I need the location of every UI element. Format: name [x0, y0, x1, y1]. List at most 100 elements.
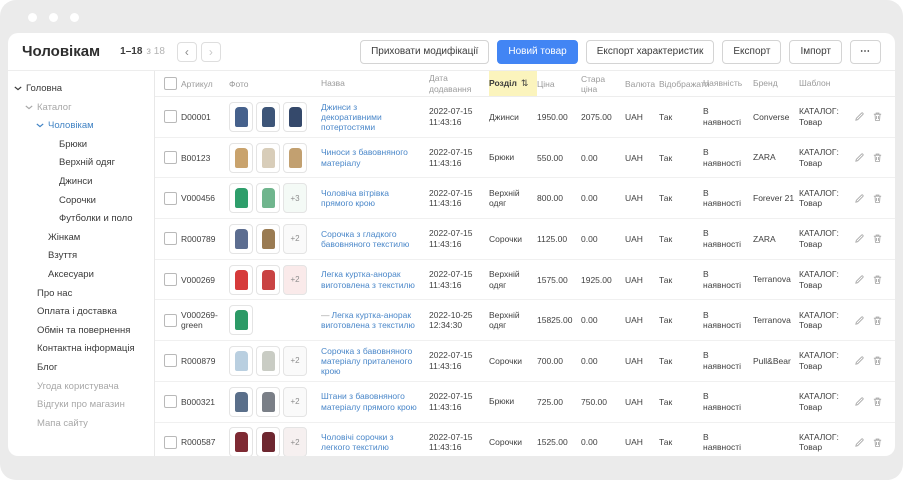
sidebar-item-12[interactable]: Оплата і доставка — [8, 303, 154, 322]
product-name-link[interactable]: Сорочка з бавовняного матеріалу притален… — [321, 346, 412, 376]
window-control-dot[interactable] — [28, 13, 37, 22]
edit-icon[interactable] — [854, 111, 865, 122]
prev-page-button[interactable]: ‹ — [177, 42, 197, 62]
edit-icon[interactable] — [854, 355, 865, 366]
delete-icon[interactable] — [872, 315, 883, 326]
column-header-availability[interactable]: Наявність — [703, 78, 753, 89]
column-header-photo[interactable]: Фото — [229, 79, 321, 89]
sidebar-item-label: Угода користувача — [37, 381, 119, 392]
column-header-currency[interactable]: Валюта — [625, 79, 659, 89]
column-header-brand[interactable]: Бренд — [753, 78, 799, 89]
new-product-button[interactable]: Новий товар — [497, 40, 577, 64]
sidebar-item-15[interactable]: Блог — [8, 359, 154, 378]
export-characteristics-button[interactable]: Експорт характеристик — [586, 40, 715, 64]
cell-template: КАТАЛОГ: Товар — [799, 269, 853, 290]
cell-name: Легка куртка-анорак виготовлена з тексти… — [321, 269, 429, 289]
sidebar-item-label: Контактна інформація — [37, 343, 135, 354]
delete-icon[interactable] — [872, 437, 883, 448]
sidebar-item-14[interactable]: Контактна інформація — [8, 340, 154, 359]
column-header-price[interactable]: Ціна — [537, 79, 581, 89]
edit-icon[interactable] — [854, 274, 865, 285]
product-name-link[interactable]: Сорочка з гладкого бавовняного текстилю — [321, 229, 409, 249]
row-checkbox[interactable] — [164, 232, 177, 245]
cell-display: Так — [659, 397, 703, 407]
cell-section: Брюки — [489, 396, 537, 407]
column-header-display[interactable]: Відображати — [659, 79, 703, 89]
table-header-row: АртикулФотоНазваДата додаванняРозділ⇅Цін… — [155, 71, 895, 97]
product-name-link[interactable]: Штани з бавовняного матеріалу прямого кр… — [321, 391, 417, 411]
row-checkbox[interactable] — [164, 151, 177, 164]
table-row: R000879+2Сорочка з бавовняного матеріалу… — [155, 341, 895, 382]
sidebar-item-8[interactable]: Жінкам — [8, 229, 154, 248]
column-header-date[interactable]: Дата додавання — [429, 73, 489, 94]
edit-icon[interactable] — [854, 437, 865, 448]
edit-icon[interactable] — [854, 233, 865, 244]
edit-icon[interactable] — [854, 315, 865, 326]
sidebar-item-10[interactable]: Аксесуари — [8, 266, 154, 285]
product-photo-thumbnail — [229, 387, 253, 417]
next-page-button[interactable]: › — [201, 42, 221, 62]
window-control-dot[interactable] — [49, 13, 58, 22]
sidebar-item-5[interactable]: Джинси — [8, 173, 154, 192]
sidebar-item-0[interactable]: Головна — [8, 80, 154, 99]
cell-name: —Легка куртка-анорак виготовлена з текст… — [321, 310, 429, 330]
cell-article: B000321 — [181, 397, 229, 407]
delete-icon[interactable] — [872, 193, 883, 204]
row-checkbox[interactable] — [164, 110, 177, 123]
cell-date: 2022-07-15 11:43:16 — [429, 391, 489, 412]
column-header-name[interactable]: Назва — [321, 78, 429, 88]
row-checkbox[interactable] — [164, 273, 177, 286]
window-control-dot[interactable] — [70, 13, 79, 22]
sidebar-item-4[interactable]: Верхній одяг — [8, 154, 154, 173]
delete-icon[interactable] — [872, 274, 883, 285]
cell-article: B00123 — [181, 153, 229, 163]
sidebar-item-9[interactable]: Взуття — [8, 247, 154, 266]
product-photo-thumbnail — [256, 102, 280, 132]
delete-icon[interactable] — [872, 111, 883, 122]
column-header-article[interactable]: Артикул — [181, 79, 229, 89]
column-header-old_price[interactable]: Стара ціна — [581, 74, 625, 94]
sidebar-item-11[interactable]: Про нас — [8, 285, 154, 304]
select-all-checkbox[interactable] — [164, 77, 177, 90]
cell-date: 2022-07-15 11:43:16 — [429, 188, 489, 209]
sidebar-item-7[interactable]: Футболки и поло — [8, 210, 154, 229]
edit-icon[interactable] — [854, 193, 865, 204]
export-button[interactable]: Експорт — [722, 40, 781, 64]
product-name-link[interactable]: Чоловічі сорочки з легкого текстилю — [321, 432, 394, 452]
sidebar-item-6[interactable]: Сорочки — [8, 192, 154, 211]
sidebar-item-17[interactable]: Відгуки про магазин — [8, 396, 154, 415]
delete-icon[interactable] — [872, 233, 883, 244]
cell-currency: UAH — [625, 356, 659, 366]
delete-icon[interactable] — [872, 152, 883, 163]
cell-date: 2022-07-15 11:43:16 — [429, 350, 489, 371]
column-header-section[interactable]: Розділ⇅ — [489, 71, 537, 96]
sidebar-item-3[interactable]: Брюки — [8, 136, 154, 155]
sidebar-item-2[interactable]: Чоловікам — [8, 117, 154, 136]
cell-photo: +2 — [229, 224, 321, 254]
edit-icon[interactable] — [854, 396, 865, 407]
hide-modifications-button[interactable]: Приховати модифікації — [360, 40, 489, 64]
product-name-link[interactable]: Чоловіча вітрівка прямого крою — [321, 188, 389, 208]
product-name-link[interactable]: Легка куртка-анорак виготовлена з тексти… — [321, 269, 415, 289]
sidebar-item-18[interactable]: Мапа сайту — [8, 415, 154, 434]
product-name-link[interactable]: Чиноси з бавовняного матеріалу — [321, 147, 408, 167]
more-button[interactable]: ⋯ — [850, 40, 881, 64]
row-checkbox[interactable] — [164, 314, 177, 327]
product-name-link[interactable]: Джинси з декоративними потертостями — [321, 102, 382, 132]
column-header-template[interactable]: Шаблон — [799, 78, 853, 89]
delete-icon[interactable] — [872, 355, 883, 366]
modification-dash: — — [321, 310, 330, 320]
edit-icon[interactable] — [854, 152, 865, 163]
sidebar-item-1[interactable]: Каталог — [8, 99, 154, 118]
row-checkbox[interactable] — [164, 192, 177, 205]
row-checkbox[interactable] — [164, 354, 177, 367]
sidebar-item-16[interactable]: Угода користувача — [8, 378, 154, 397]
sidebar-item-13[interactable]: Обмін та повернення — [8, 322, 154, 341]
product-name-link[interactable]: Легка куртка-анорак виготовлена з тексти… — [321, 310, 415, 330]
delete-icon[interactable] — [872, 396, 883, 407]
row-checkbox[interactable] — [164, 436, 177, 449]
sort-icon[interactable]: ⇅ — [521, 78, 529, 89]
import-button[interactable]: Імпорт — [789, 40, 842, 64]
column-header-label: Ціна — [537, 79, 555, 89]
row-checkbox[interactable] — [164, 395, 177, 408]
